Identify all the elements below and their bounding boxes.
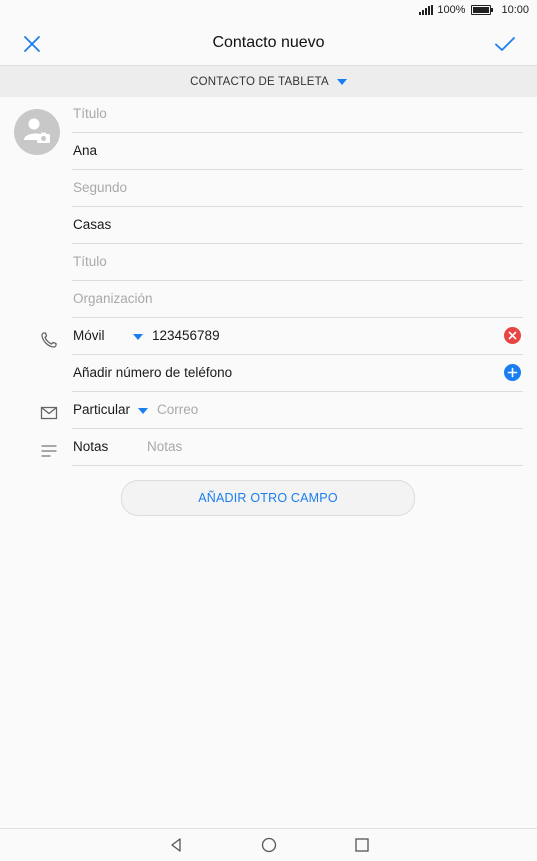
notes-icon: [38, 440, 60, 462]
add-photo-icon: [24, 118, 50, 143]
first-name-field[interactable]: Ana: [72, 132, 523, 170]
chevron-down-icon[interactable]: [138, 408, 148, 414]
back-icon: [171, 838, 181, 852]
remove-phone-button[interactable]: [504, 327, 521, 344]
battery-icon: [471, 5, 494, 15]
save-button[interactable]: [493, 32, 517, 56]
organization-field[interactable]: Organización: [72, 280, 523, 318]
phone-type-select[interactable]: Móvil: [73, 328, 105, 343]
home-button[interactable]: [261, 837, 277, 853]
email-input[interactable]: Correo: [157, 402, 198, 417]
account-selector[interactable]: CONTACTO DE TABLETA: [0, 65, 537, 97]
navigation-bar: [0, 828, 537, 861]
email-icon: [38, 402, 60, 424]
last-name-field[interactable]: Casas: [72, 206, 523, 244]
add-phone-label: Añadir número de teléfono: [73, 365, 233, 380]
prefix-placeholder: Título: [73, 106, 107, 121]
battery-percent: 100%: [437, 4, 466, 16]
recents-button[interactable]: [354, 837, 370, 853]
organization-placeholder: Organización: [73, 291, 153, 306]
last-name-value: Casas: [73, 217, 112, 232]
phone-field: Móvil 123456789: [72, 317, 523, 355]
phone-number-input[interactable]: 123456789: [152, 328, 220, 343]
notes-label: Notas: [73, 439, 109, 454]
clock: 10:00: [501, 4, 529, 16]
job-title-field[interactable]: Título: [72, 243, 523, 281]
middle-name-field[interactable]: Segundo: [72, 169, 523, 207]
prefix-field[interactable]: Título: [72, 95, 523, 133]
check-icon: [495, 37, 515, 51]
status-bar: 100% 10:00: [0, 0, 537, 22]
email-type-select[interactable]: Particular: [73, 402, 130, 417]
status-indicators: 100% 10:00: [419, 4, 529, 16]
chevron-down-icon[interactable]: [133, 334, 143, 340]
notes-input[interactable]: Notas: [147, 439, 182, 454]
remove-icon: [508, 331, 517, 340]
home-icon: [261, 837, 277, 853]
contact-photo-button[interactable]: [14, 109, 60, 155]
add-field-button[interactable]: AÑADIR OTRO CAMPO: [121, 480, 415, 516]
middle-name-placeholder: Segundo: [73, 180, 128, 195]
chevron-down-icon: [336, 78, 347, 85]
recents-icon: [355, 838, 369, 852]
back-button[interactable]: [168, 837, 184, 853]
add-phone-button[interactable]: [504, 364, 521, 381]
battery-level: [473, 7, 490, 13]
add-phone-row[interactable]: Añadir número de teléfono: [72, 354, 523, 392]
phone-icon: [38, 329, 60, 351]
notes-field[interactable]: Notas Notas: [72, 428, 523, 466]
account-label: CONTACTO DE TABLETA: [190, 75, 329, 88]
plus-icon: [507, 367, 518, 378]
signal-icon: [419, 5, 434, 15]
app-bar: Contacto nuevo: [0, 22, 537, 65]
page-title: Contacto nuevo: [212, 34, 325, 51]
first-name-value: Ana: [73, 143, 98, 158]
email-field: Particular Correo: [72, 391, 523, 429]
job-title-placeholder: Título: [73, 254, 107, 269]
